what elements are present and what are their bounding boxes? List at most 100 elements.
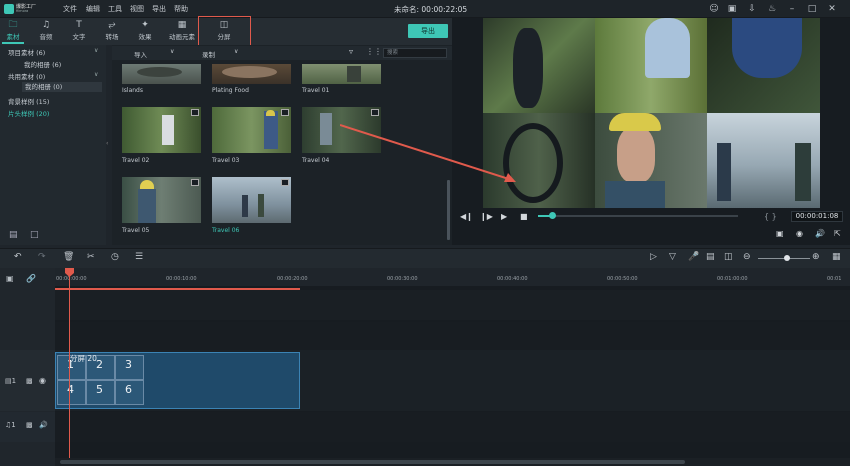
text-icon: T: [76, 20, 82, 30]
thumbnail-islands[interactable]: [122, 64, 201, 84]
clip-cell: 3: [115, 355, 144, 380]
grid-view-icon[interactable]: ⋮⋮: [366, 47, 382, 56]
sidebar-item-intros[interactable]: 片头样例 (20): [8, 108, 49, 118]
tab-transition[interactable]: ⥂ 转场: [101, 18, 123, 45]
stop-icon[interactable]: ■: [520, 212, 528, 221]
account-icon[interactable]: ☺: [708, 3, 720, 15]
play-icon[interactable]: ▶: [501, 212, 507, 221]
timeline-scroll-thumb[interactable]: [60, 460, 685, 464]
film-icon: ▤1: [5, 377, 17, 385]
export-button[interactable]: 导出: [408, 24, 448, 38]
lock-icon[interactable]: ▩: [26, 421, 33, 429]
folder-icon[interactable]: □: [30, 230, 39, 240]
zoom-in-icon[interactable]: ⊕: [812, 252, 820, 262]
sidebar-item-my-album[interactable]: 我的相册 (6): [24, 59, 61, 69]
chevron-down-icon[interactable]: ∨: [170, 48, 174, 55]
ruler-label: 00:00:20:00: [277, 276, 308, 282]
thumbnail-travel-05[interactable]: [122, 177, 201, 223]
split-icon[interactable]: ◫: [724, 252, 733, 262]
tab-text[interactable]: T 文字: [68, 18, 90, 45]
menu-help[interactable]: 帮助: [174, 4, 188, 14]
media-scrollbar[interactable]: [447, 180, 450, 240]
thumbnail-plating-food[interactable]: [212, 64, 291, 84]
audio-track: [55, 412, 850, 442]
window-title: 未命名: 00:00:22:05: [394, 5, 468, 14]
adjust-icon[interactable]: ☰: [135, 252, 143, 262]
playhead[interactable]: [69, 268, 70, 466]
preview-timecode: 00:00:01:08: [791, 211, 843, 222]
maximize-icon[interactable]: □: [806, 3, 818, 15]
mark-brackets[interactable]: { }: [764, 212, 777, 221]
menu-view[interactable]: 视图: [130, 4, 144, 14]
eye-icon[interactable]: ◉: [39, 376, 46, 385]
playback-progress[interactable]: [538, 215, 738, 217]
music-icon: ♫: [41, 20, 51, 30]
voiceover-icon[interactable]: ▤: [706, 252, 715, 262]
delete-icon[interactable]: 🗑: [63, 252, 74, 262]
effects-icon: ✦: [141, 20, 149, 30]
render-icon[interactable]: ▷: [650, 252, 657, 262]
logo-mark-icon: [4, 4, 14, 14]
marker-icon[interactable]: ▽: [669, 252, 676, 262]
progress-knob[interactable]: [549, 212, 556, 219]
thumbnail-travel-03[interactable]: [212, 107, 291, 153]
close-icon[interactable]: ✕: [826, 3, 838, 15]
tab-elements[interactable]: ▦ 动画元素: [166, 18, 198, 45]
filter-icon[interactable]: ▿: [349, 47, 353, 56]
zoom-out-icon[interactable]: ⊖: [743, 252, 751, 262]
record-dropdown[interactable]: 录制: [202, 49, 215, 59]
undo-icon[interactable]: ↶: [14, 252, 22, 262]
chevron-down-icon[interactable]: ∨: [234, 48, 238, 55]
snapshot-icon[interactable]: ◉: [796, 229, 803, 238]
add-folder-icon[interactable]: ▤: [9, 230, 18, 240]
previous-frame-icon[interactable]: ◀❙: [460, 212, 473, 221]
zoom-knob[interactable]: [784, 255, 790, 261]
elements-icon: ▦: [177, 20, 187, 30]
split-cell-2: [595, 18, 707, 113]
thumbnail-travel-01[interactable]: [302, 64, 381, 84]
tab-effects[interactable]: ✦ 效果: [134, 18, 156, 45]
speed-icon[interactable]: ◷: [111, 252, 119, 262]
volume-icon[interactable]: 🔊: [815, 229, 825, 238]
timeline-grid-icon[interactable]: ▦: [832, 252, 841, 262]
folder-icon: 🗀: [8, 20, 18, 30]
sidebar-item-my-album-shared[interactable]: 我的相册 (0): [22, 82, 102, 92]
search-input[interactable]: 搜索: [383, 48, 447, 58]
cut-icon[interactable]: ✂: [87, 252, 95, 262]
menu-edit[interactable]: 编辑: [86, 4, 100, 14]
thumbnail-travel-06[interactable]: [212, 177, 291, 223]
download-icon[interactable]: ⇩: [746, 3, 758, 15]
step-back-icon[interactable]: ❙▶: [480, 212, 493, 221]
tab-media[interactable]: 🗀 素材: [2, 18, 24, 45]
menu-tools[interactable]: 工具: [108, 4, 122, 14]
sidebar-item-shared-media[interactable]: 共用素材 (0): [8, 71, 45, 81]
redo-icon[interactable]: ↷: [38, 252, 46, 262]
lock-icon[interactable]: ▩: [26, 377, 33, 385]
preview-splitscreen: [483, 18, 820, 208]
collapse-handle-icon[interactable]: ‹: [106, 140, 108, 147]
fullscreen-icon[interactable]: ⇱: [834, 229, 841, 238]
chevron-down-icon[interactable]: ∨: [94, 47, 98, 54]
tab-audio[interactable]: ♫ 音频: [35, 18, 57, 45]
ruler-label: 00:00:10:00: [166, 276, 197, 282]
link-icon[interactable]: 🔗: [26, 274, 36, 283]
sidebar-item-backgrounds[interactable]: 背景样例 (15): [8, 96, 49, 106]
split-cell-6: [707, 113, 820, 208]
menu-export[interactable]: 导出: [152, 4, 166, 14]
track-row: [55, 322, 850, 350]
import-dropdown[interactable]: 导入: [134, 49, 147, 59]
minimize-icon[interactable]: –: [786, 3, 798, 15]
bell-icon[interactable]: ♨: [766, 3, 778, 15]
menu-file[interactable]: 文件: [63, 4, 77, 14]
media-label: Travel 03: [212, 157, 240, 164]
add-track-icon[interactable]: ▣: [6, 274, 14, 283]
ruler-label: 00:00:30:00: [387, 276, 418, 282]
cart-icon[interactable]: ▣: [726, 3, 738, 15]
display-icon[interactable]: ▣: [776, 229, 784, 238]
split-cell-1: [483, 18, 595, 113]
sidebar-item-project-media[interactable]: 项目素材 (6): [8, 47, 45, 57]
thumbnail-travel-02[interactable]: [122, 107, 201, 153]
speaker-icon[interactable]: 🔊: [39, 421, 48, 429]
chevron-down-icon[interactable]: ∨: [94, 71, 98, 78]
microphone-icon[interactable]: 🎤: [688, 252, 699, 262]
